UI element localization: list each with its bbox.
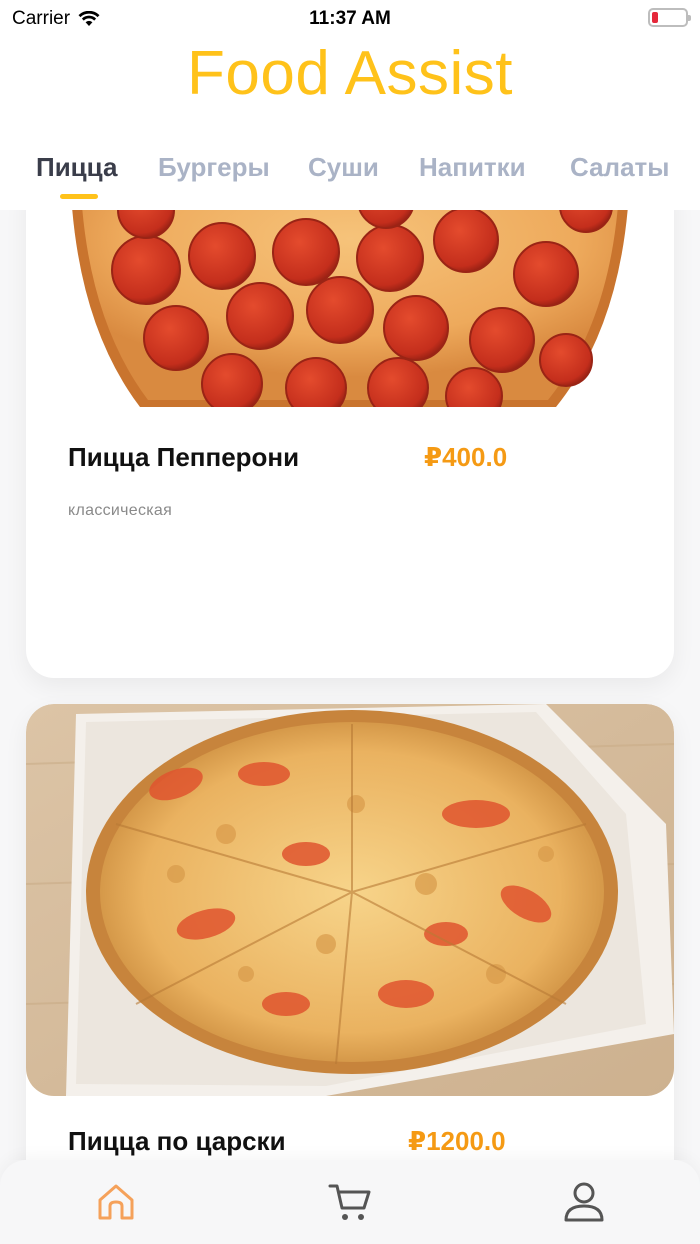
battery-icon [648, 8, 691, 27]
product-image [26, 210, 674, 407]
product-name: Пицца Пепперони [68, 442, 300, 472]
product-description: классическая [68, 502, 173, 519]
header: Food Assist Пицца Бургеры Суши Напитки С… [0, 36, 700, 210]
product-name: Пицца по царски [68, 1126, 286, 1156]
product-card[interactable]: Пицца по царски ₽1200.0 [26, 704, 674, 1160]
product-card[interactable]: Пицца Пепперони ₽400.0 классическая [26, 210, 674, 678]
battery-level [652, 12, 658, 23]
product-image [26, 704, 674, 1096]
status-bar: Carrier 11:37 AM [0, 0, 700, 36]
tab-drinks[interactable]: Напитки [419, 152, 526, 183]
bottom-navigation [0, 1160, 700, 1244]
app-title: Food Assist [187, 39, 513, 108]
tab-pizza[interactable]: Пицца [36, 152, 117, 183]
tab-salads[interactable]: Салаты [570, 152, 669, 183]
nav-cart-button[interactable] [328, 1180, 372, 1224]
cart-icon [328, 1184, 371, 1220]
nav-profile-button[interactable] [562, 1180, 606, 1224]
nav-home-button[interactable] [94, 1180, 138, 1224]
product-price: ₽400.0 [424, 442, 508, 472]
tab-sushi[interactable]: Суши [308, 152, 379, 183]
product-feed[interactable]: Пицца Пепперони ₽400.0 классическая Пицц… [0, 210, 700, 1160]
category-tabs: Пицца Бургеры Суши Напитки Салаты [0, 152, 700, 212]
tab-burgers[interactable]: Бургеры [158, 152, 270, 183]
status-time: 11:37 AM [309, 8, 391, 29]
active-tab-indicator [60, 194, 98, 199]
product-price: ₽1200.0 [408, 1126, 506, 1156]
user-icon [564, 1182, 604, 1222]
home-icon [98, 1184, 134, 1220]
